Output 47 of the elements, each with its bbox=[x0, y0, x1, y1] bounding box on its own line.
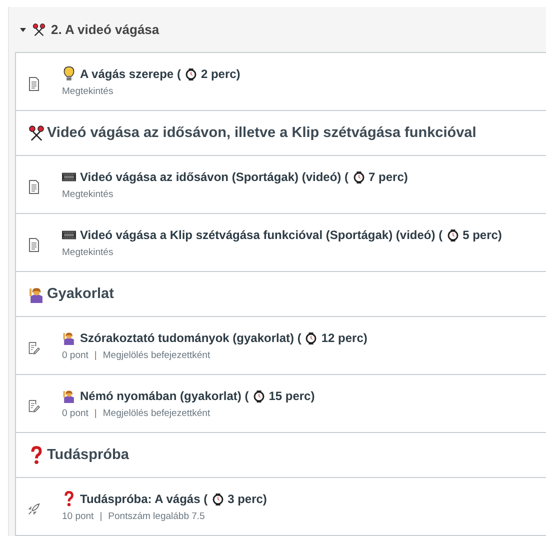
section-heading: Gyakorlat bbox=[47, 286, 114, 302]
item-title-link[interactable]: Videó vágása az idősávon (Sportágak) (videó) ( bbox=[80, 170, 349, 184]
stopwatch-icon bbox=[305, 332, 318, 344]
stopwatch-icon bbox=[212, 492, 224, 506]
separator: | bbox=[100, 511, 102, 522]
item-detail: Megtekintés bbox=[62, 86, 114, 97]
duration-text: 5 perc) bbox=[462, 228, 502, 242]
item-detail: 10 pont bbox=[62, 511, 94, 522]
item-title-link[interactable]: Szórakoztató tudományok (gyakorlat) ( bbox=[80, 331, 302, 345]
stopwatch-icon bbox=[446, 228, 459, 242]
duration-text: 3 perc) bbox=[228, 492, 267, 506]
item-detail: Megtekintés bbox=[62, 189, 114, 200]
separator: | bbox=[94, 408, 97, 419]
item-detail: Megjelölés befejezettként bbox=[102, 408, 210, 419]
rocket-icon bbox=[28, 502, 40, 516]
item-detail: 0 pont bbox=[62, 350, 88, 361]
stopwatch-icon bbox=[184, 68, 197, 80]
item-title-link[interactable]: Némó nyomában (gyakorlat) ( bbox=[80, 389, 249, 403]
duration-text: 7 perc) bbox=[368, 170, 408, 184]
document-pencil-icon bbox=[28, 398, 40, 412]
person-icon bbox=[62, 330, 76, 346]
item-title-link[interactable]: Videó vágása a Klip szétvágása funkcióval (Sportágak) (videó) ( bbox=[80, 228, 443, 242]
item-detail: Pontszám legalább 7.5 bbox=[108, 511, 205, 522]
separator: | bbox=[94, 350, 97, 361]
lightbulb-icon bbox=[62, 66, 76, 82]
scissors-icon bbox=[28, 124, 45, 142]
item-detail: Megjelölés befejezettként bbox=[102, 350, 210, 361]
section-heading: Videó vágása az idősávon, illetve a Klip szétvágása funkcióval bbox=[47, 125, 476, 141]
person-icon bbox=[62, 388, 76, 404]
question-icon bbox=[62, 491, 76, 507]
duration-text: 15 perc) bbox=[268, 389, 315, 403]
document-icon bbox=[28, 238, 40, 252]
item-title-link[interactable]: Tudáspróba: A vágás ( bbox=[80, 492, 208, 506]
document-pencil-icon bbox=[28, 340, 40, 354]
module-header[interactable]: 2. A videó vágása bbox=[9, 7, 546, 52]
module-title: 2. A videó vágása bbox=[51, 22, 160, 37]
item-title-link[interactable]: A vágás szerepe ( bbox=[80, 67, 181, 81]
scissors-icon bbox=[32, 22, 46, 38]
stopwatch-icon bbox=[352, 170, 365, 184]
duration-text: 2 perc) bbox=[200, 67, 240, 81]
section-heading: Tudáspróba bbox=[47, 447, 129, 463]
document-icon bbox=[28, 180, 40, 194]
item-detail: Megtekintés bbox=[62, 247, 114, 258]
stopwatch-icon bbox=[252, 390, 265, 402]
document-icon bbox=[28, 76, 40, 90]
item-detail: 0 pont bbox=[62, 408, 88, 419]
duration-text: 12 perc) bbox=[321, 331, 368, 345]
